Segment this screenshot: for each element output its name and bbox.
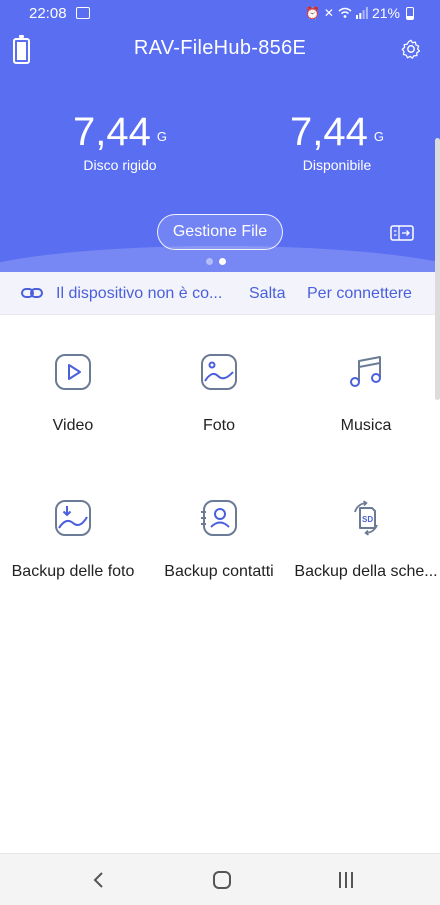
stat-label: Disponibile [302, 157, 372, 173]
stat-value: 7,44 [73, 110, 151, 154]
switch-device-icon[interactable] [390, 224, 414, 242]
grid-item-video[interactable]: Video [0, 352, 146, 435]
page-dot[interactable] [206, 258, 213, 265]
link-icon [21, 288, 43, 298]
battery-percent: 21% [371, 5, 400, 21]
skip-button[interactable]: Salta [249, 285, 285, 303]
stat-value: 7,44 [290, 110, 368, 154]
header: 22:08 ⏰ ✕ 21% RAV-FileHub-856E 7,44 G Di… [0, 0, 440, 272]
grid-item-label: Foto [202, 417, 235, 434]
grid-item-label: Musica [340, 417, 392, 434]
sd-card-backup-icon: SD [354, 500, 378, 536]
system-nav-bar [0, 853, 440, 905]
back-icon[interactable] [91, 870, 105, 890]
status-time: 22:08 [29, 5, 67, 22]
status-right-group: ⏰ ✕ 21% [305, 5, 414, 21]
grid-item-label: Backup contatti [164, 563, 274, 580]
scrollbar-thumb[interactable] [435, 138, 440, 400]
page-dot-active[interactable] [219, 258, 226, 265]
grid-item-music[interactable]: Musica [293, 352, 439, 435]
manage-files-button[interactable]: Gestione File [157, 214, 283, 250]
photo-icon [201, 354, 237, 390]
recent-apps-icon[interactable] [338, 871, 354, 889]
stat-unit: G [373, 129, 384, 144]
connection-bar: Il dispositivo non è co... Salta Per con… [0, 272, 440, 315]
contacts-backup-icon [201, 500, 237, 536]
video-play-icon [55, 354, 91, 390]
connection-status-text: Il dispositivo non è co... [56, 285, 223, 302]
wifi-icon [338, 7, 352, 18]
grid-item-sd-backup[interactable]: SD Backup della sche... [293, 498, 439, 581]
signal-icon [355, 7, 368, 19]
status-bar: 22:08 ⏰ ✕ 21% [0, 0, 440, 28]
alarm-icon: ⏰ [304, 6, 320, 20]
photo-backup-icon [55, 500, 91, 536]
svg-text:SD: SD [362, 515, 373, 524]
stat-available: 7,44 G Disponibile [262, 110, 412, 173]
grid-item-photo-backup[interactable]: Backup delle foto [0, 498, 146, 581]
grid-item-label: Backup delle foto [11, 563, 135, 580]
home-icon[interactable] [213, 871, 231, 889]
stat-unit: G [156, 129, 167, 144]
grid-item-photo[interactable]: Foto [146, 352, 292, 435]
page-indicator [206, 258, 226, 265]
music-note-icon [350, 356, 381, 387]
grid-item-label: Backup della sche... [294, 563, 438, 580]
battery-status-icon [406, 6, 414, 20]
stat-hard-disk: 7,44 G Disco rigido [45, 110, 195, 173]
gear-icon[interactable] [400, 38, 422, 60]
stat-label: Disco rigido [83, 157, 157, 173]
mute-icon: ✕ [323, 6, 334, 20]
title-row: RAV-FileHub-856E [0, 35, 440, 64]
gallery-notification-icon [76, 7, 90, 19]
connect-button[interactable]: Per connettere [307, 285, 412, 303]
grid-item-contacts-backup[interactable]: Backup contatti [146, 498, 292, 581]
device-title: RAV-FileHub-856E [133, 37, 307, 59]
grid-item-label: Video [52, 417, 94, 434]
